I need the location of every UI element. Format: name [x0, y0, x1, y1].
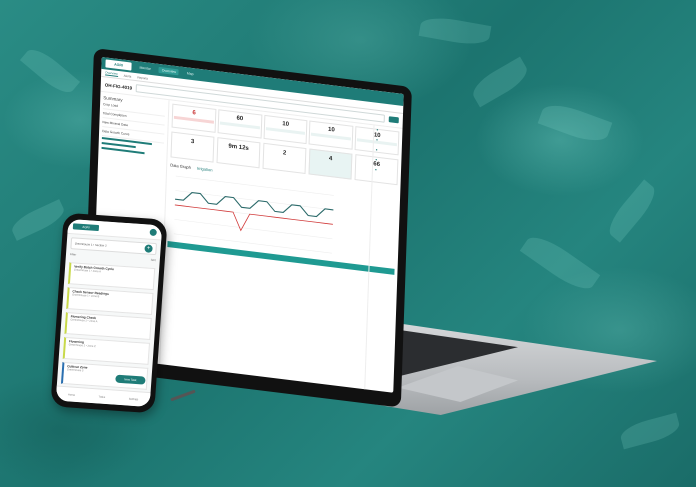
kpi-card[interactable]: 10 [308, 120, 354, 150]
nav-item-map[interactable]: Map [184, 70, 197, 78]
bottom-nav-settings[interactable]: Settings [129, 397, 139, 401]
phone-logo[interactable]: AGRI [72, 223, 100, 232]
subnav-reports[interactable]: Reports [137, 75, 148, 80]
stat-card[interactable]: 9m 12s [216, 137, 261, 169]
stat-card[interactable]: 4 [308, 148, 353, 180]
kpi-card[interactable]: 10 [263, 114, 308, 145]
search-button[interactable] [388, 116, 399, 124]
stat-value: 4 [328, 155, 333, 163]
task-card[interactable]: Flowering Check Greenhouse 2 • Zone A [64, 311, 152, 340]
subnav-overview[interactable]: Overview [105, 70, 118, 77]
progress-bar [101, 146, 145, 155]
kpi-card[interactable]: 6 [171, 103, 217, 133]
dashboard-content: 6 60 10 10 10 3 9m 12s 2 4 66 Data Graph… [160, 100, 403, 393]
smartphone: AGRI Greenhouse 1 • Section 2 + Filter S… [50, 212, 168, 414]
add-icon[interactable]: + [144, 244, 153, 253]
stat-card[interactable]: 3 [170, 131, 215, 163]
stat-value: 2 [282, 150, 287, 157]
subnav-alerts[interactable]: Alerts [124, 73, 132, 78]
bottom-nav-home[interactable]: Home [68, 393, 75, 396]
stat-value: 9m 12s [228, 143, 249, 152]
nav-item-overview[interactable]: Overview [158, 66, 180, 76]
gridline [174, 219, 333, 240]
task-card[interactable]: Flowering Greenhouse 2 • Zone C [62, 336, 151, 365]
filter-button[interactable]: Filter [70, 252, 76, 259]
task-card[interactable]: Verify Batch Growth Cycle Greenhouse 1 • … [67, 262, 156, 291]
kpi-card[interactable]: 60 [217, 109, 262, 139]
phone-screen: AGRI Greenhouse 1 • Section 2 + Filter S… [55, 218, 163, 408]
task-card[interactable]: Check Sensor Readings Greenhouse 1 • Zone… [66, 287, 154, 316]
stat-value: 3 [190, 138, 195, 146]
avatar[interactable] [149, 228, 158, 236]
page-title: OH-FIG-4019 [104, 81, 133, 91]
nav-item-monitor[interactable]: Monitor [136, 64, 154, 72]
tab-irrigation[interactable]: Irrigation [197, 166, 213, 173]
sort-button[interactable]: Sort [150, 258, 156, 265]
stat-card[interactable]: 2 [262, 142, 307, 174]
location-label: Greenhouse 1 • Section 2 [74, 241, 107, 248]
bottom-nav-tasks[interactable]: Tasks [99, 395, 106, 398]
